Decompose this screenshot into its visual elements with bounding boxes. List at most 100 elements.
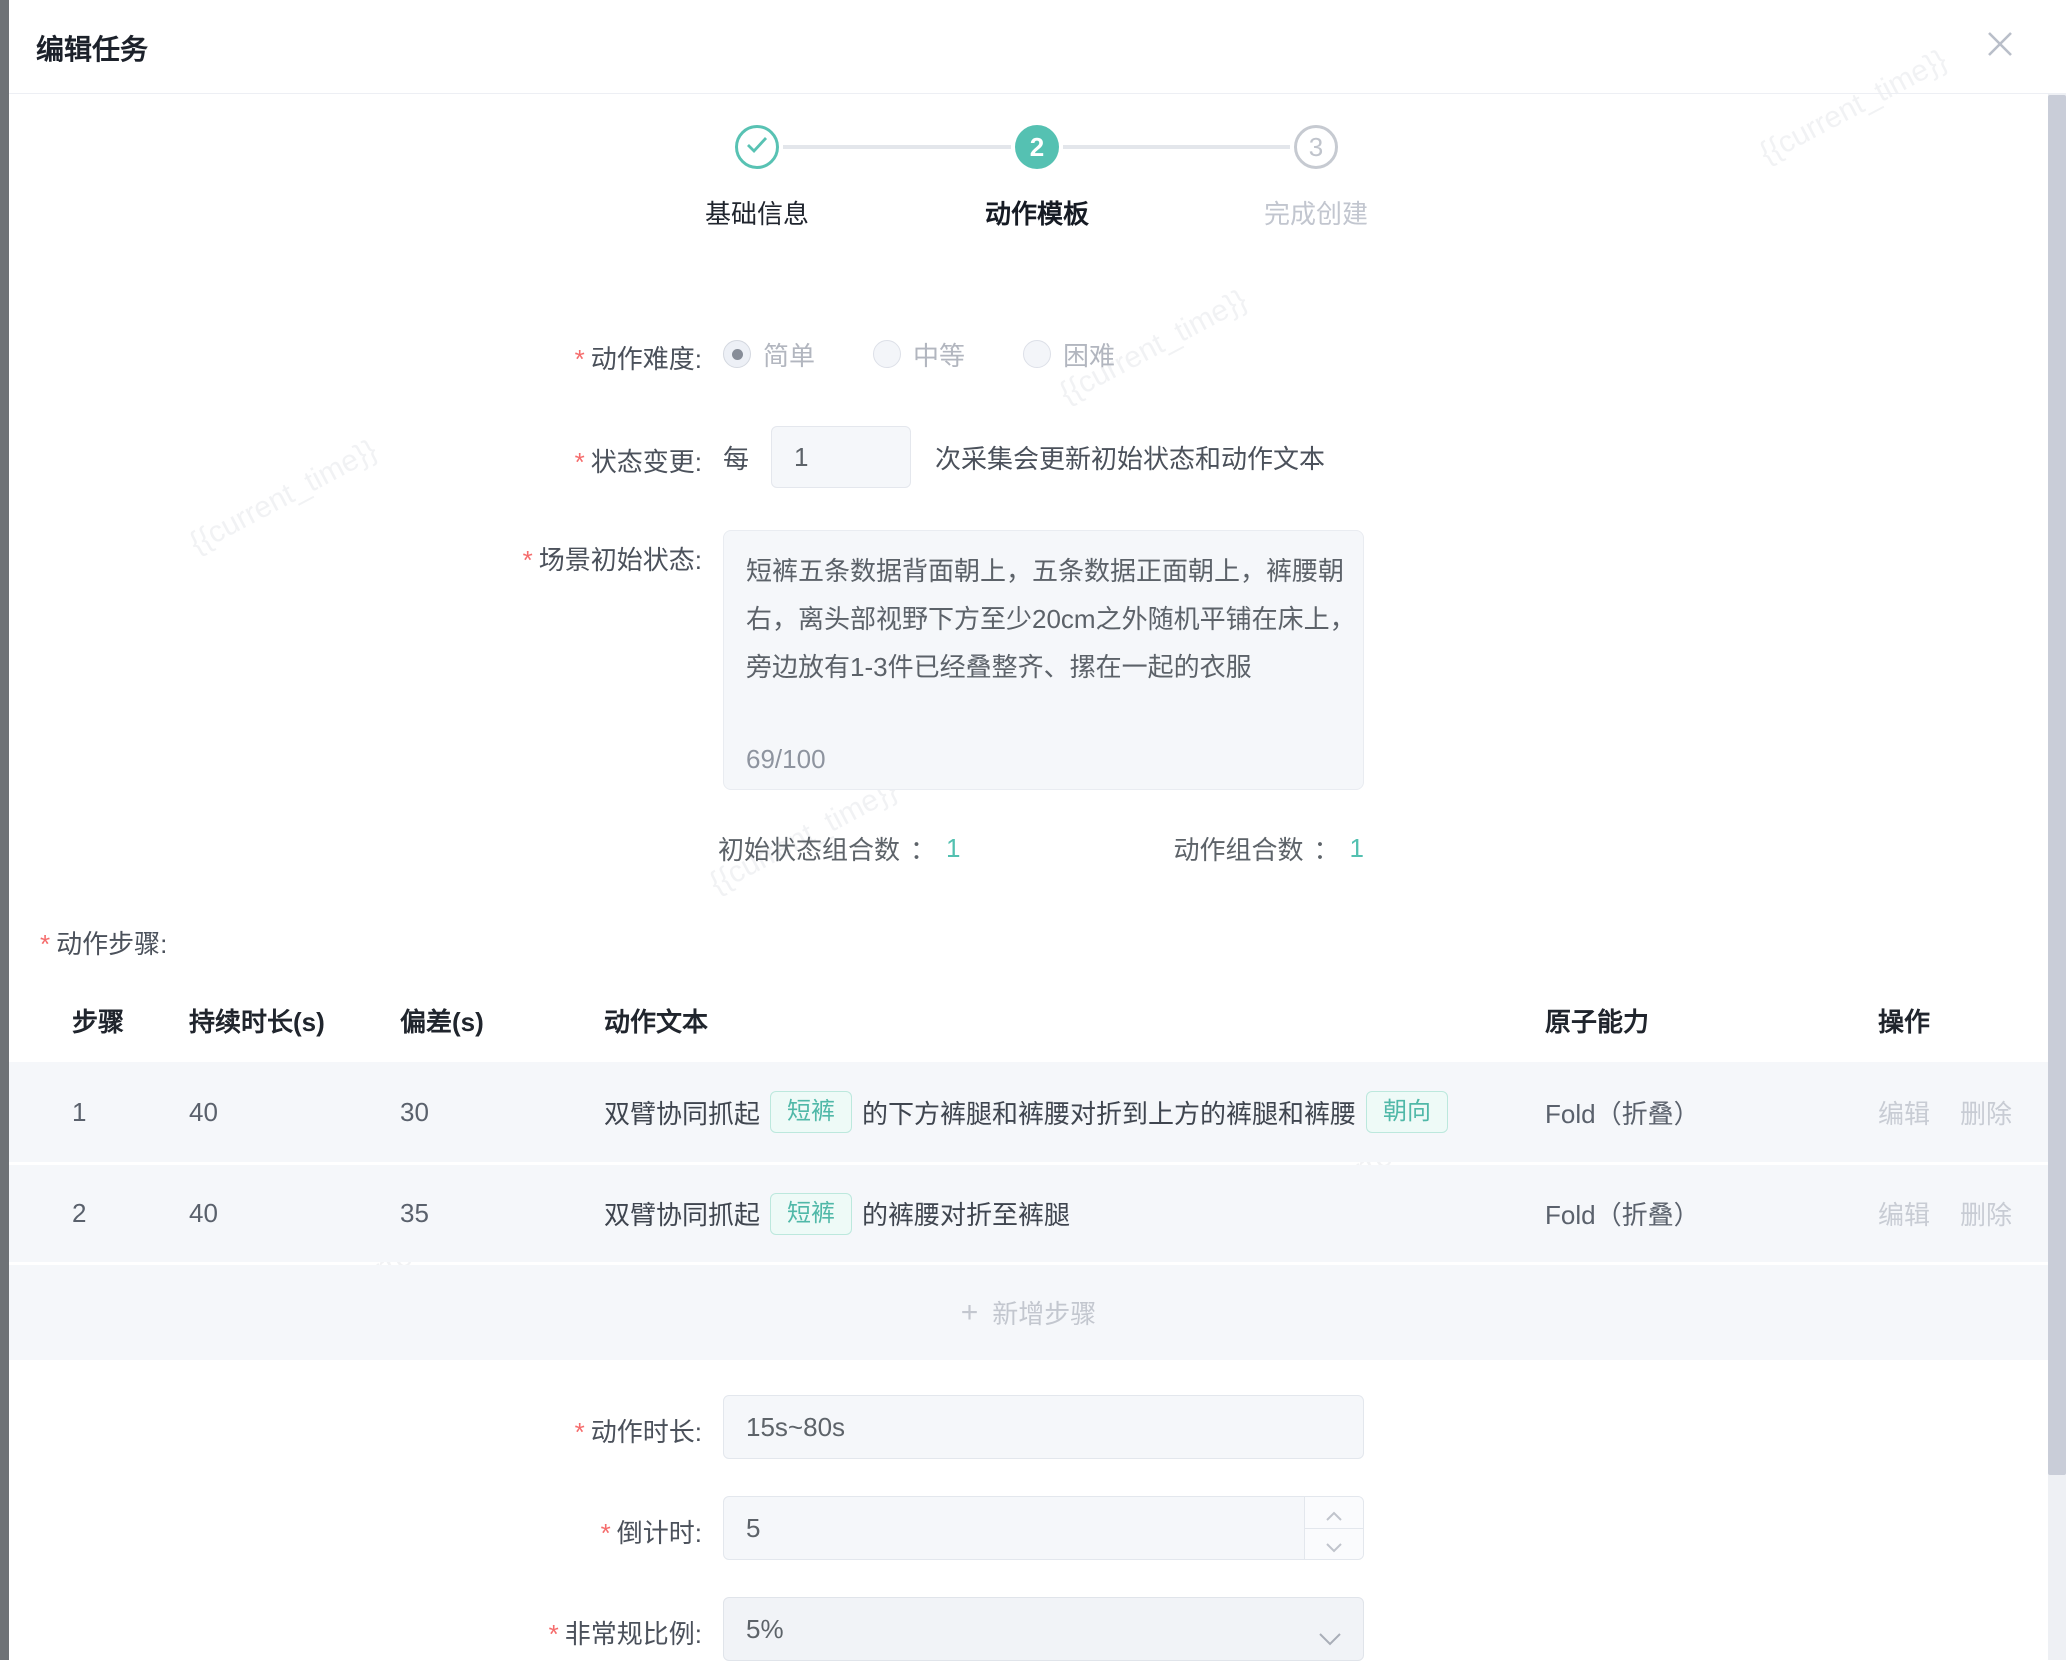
check-icon [746,136,768,158]
required-asterisk: * [40,929,50,959]
state-change-label: *状态变更: [300,442,702,479]
action-duration-value: 15s~80s [746,1412,845,1443]
unusual-ratio-value: 5% [746,1614,784,1645]
scrollbar-thumb[interactable] [2048,95,2066,1475]
action-text-segment: 的裤腰对折至裤腿 [862,1195,1070,1232]
required-asterisk: * [575,1417,585,1447]
textarea-line: 右，离头部视野下方至少20cm之外随机平铺在床上， [746,595,1341,643]
col-header-duration: 持续时长(s) [189,1002,325,1039]
required-asterisk: * [523,545,533,575]
radio-icon [873,340,901,368]
edit-link[interactable]: 编辑 [1878,1094,1930,1131]
close-button[interactable] [1982,28,2018,64]
cell-operations: 编辑 删除 [1878,1062,2012,1162]
plus-icon: + [961,1296,979,1330]
radio-option-medium[interactable]: 中等 [873,336,965,373]
step-2-circle: 2 [1015,125,1059,169]
difficulty-radio-group: 简单 中等 困难 [723,336,1115,372]
delete-link[interactable]: 删除 [1960,1195,2012,1232]
chevron-down-icon [1326,1529,1342,1560]
header-divider [9,93,2066,94]
modal-edge-strip [0,0,9,1660]
object-tag: 短裤 [770,1091,852,1133]
watermark-text: {{current_time}} [1754,43,1953,170]
scrollbar-track[interactable] [2048,94,2066,1660]
state-change-suffix: 次采集会更新初始状态和动作文本 [935,439,1325,476]
countdown-input[interactable]: 5 [723,1496,1364,1560]
step-2-label: 动作模板 [927,194,1147,231]
initial-state-label: *场景初始状态: [300,540,702,577]
step-connector [1063,145,1290,149]
required-asterisk: * [601,1518,611,1548]
radio-label: 困难 [1063,336,1115,373]
required-asterisk: * [575,447,585,477]
col-header-deviation: 偏差(s) [400,1002,484,1039]
step-connector [783,145,1011,149]
initial-state-combo-count: 初始状态组合数：1 [718,830,961,867]
state-change-prefix: 每 [723,439,749,476]
number-spinner [1304,1497,1363,1559]
object-tag: 短裤 [770,1193,852,1235]
action-duration-label: *动作时长: [300,1412,702,1449]
state-change-row: 每 1 次采集会更新初始状态和动作文本 [723,426,1325,488]
cell-operations: 编辑 删除 [1878,1165,2012,1262]
orientation-tag: 朝向 [1366,1091,1448,1133]
required-asterisk: * [575,344,585,374]
cell-duration: 40 [189,1165,218,1262]
cell-step: 1 [72,1062,86,1162]
step-3-label: 完成创建 [1206,194,1426,231]
textarea-line: 旁边放有1-3件已经叠整齐、摞在一起的衣服 [746,643,1341,691]
add-step-button[interactable]: + 新增步骤 [9,1265,2048,1360]
radio-icon [1023,340,1051,368]
step-number: 3 [1309,132,1323,163]
textarea-line: 短裤五条数据背面朝上，五条数据正面朝上，裤腰朝 [746,547,1341,595]
cell-deviation: 30 [400,1062,429,1162]
action-combo-count: 动作组合数：1 [1174,830,1365,867]
action-steps-label: *动作步骤: [40,924,167,961]
col-header-action-text: 动作文本 [604,1002,708,1039]
step-3-circle: 3 [1294,125,1338,169]
countdown-value: 5 [746,1513,760,1544]
unusual-ratio-label: *非常规比例: [300,1614,702,1651]
action-text-segment: 双臂协同抓起 [604,1094,760,1131]
difficulty-label: *动作难度: [300,339,702,376]
cell-ability: Fold（折叠） [1545,1062,1700,1162]
cell-ability: Fold（折叠） [1545,1165,1700,1262]
initial-state-textarea[interactable]: 短裤五条数据背面朝上，五条数据正面朝上，裤腰朝 右，离头部视野下方至少20cm之… [723,530,1364,790]
col-header-ability: 原子能力 [1545,1002,1649,1039]
cell-step: 2 [72,1165,86,1262]
col-header-operation: 操作 [1878,1002,1930,1039]
radio-label: 中等 [913,336,965,373]
step-1-circle [735,125,779,169]
radio-selected-icon [723,340,751,368]
countdown-label: *倒计时: [300,1513,702,1550]
cell-action-text: 双臂协同抓起 短裤 的下方裤腿和裤腰对折到上方的裤腿和裤腰 朝向 [604,1062,1448,1162]
cell-action-text: 双臂协同抓起 短裤 的裤腰对折至裤腿 [604,1165,1070,1262]
decrement-button[interactable] [1305,1529,1363,1560]
cell-deviation: 35 [400,1165,429,1262]
add-step-label: 新增步骤 [992,1294,1096,1331]
col-header-step: 步骤 [72,1002,124,1039]
char-counter: 69/100 [746,744,826,775]
radio-option-hard[interactable]: 困难 [1023,336,1115,373]
increment-button[interactable] [1305,1497,1363,1529]
radio-label: 简单 [763,336,815,373]
action-text-segment: 的下方裤腿和裤腰对折到上方的裤腿和裤腰 [862,1094,1356,1131]
state-change-input[interactable]: 1 [771,426,911,488]
action-duration-input[interactable]: 15s~80s [723,1395,1364,1459]
step-number: 2 [1030,132,1044,163]
required-asterisk: * [549,1619,559,1649]
cell-duration: 40 [189,1062,218,1162]
action-text-segment: 双臂协同抓起 [604,1195,760,1232]
delete-link[interactable]: 删除 [1960,1094,2012,1131]
dialog-title: 编辑任务 [36,28,148,68]
chevron-up-icon [1326,1497,1342,1528]
step-1-label: 基础信息 [647,194,867,231]
radio-option-easy[interactable]: 简单 [723,336,815,373]
table-row: 2 40 35 双臂协同抓起 短裤 的裤腰对折至裤腿 Fold（折叠） 编辑 删… [9,1165,2048,1262]
edit-link[interactable]: 编辑 [1878,1195,1930,1232]
edit-task-dialog: { "dialog": { "title": "编辑任务" }, "waterm… [0,0,2066,1660]
close-icon [1985,29,2015,64]
unusual-ratio-select[interactable]: 5% [723,1597,1364,1661]
table-row: 1 40 30 双臂协同抓起 短裤 的下方裤腿和裤腰对折到上方的裤腿和裤腰 朝向… [9,1062,2048,1162]
